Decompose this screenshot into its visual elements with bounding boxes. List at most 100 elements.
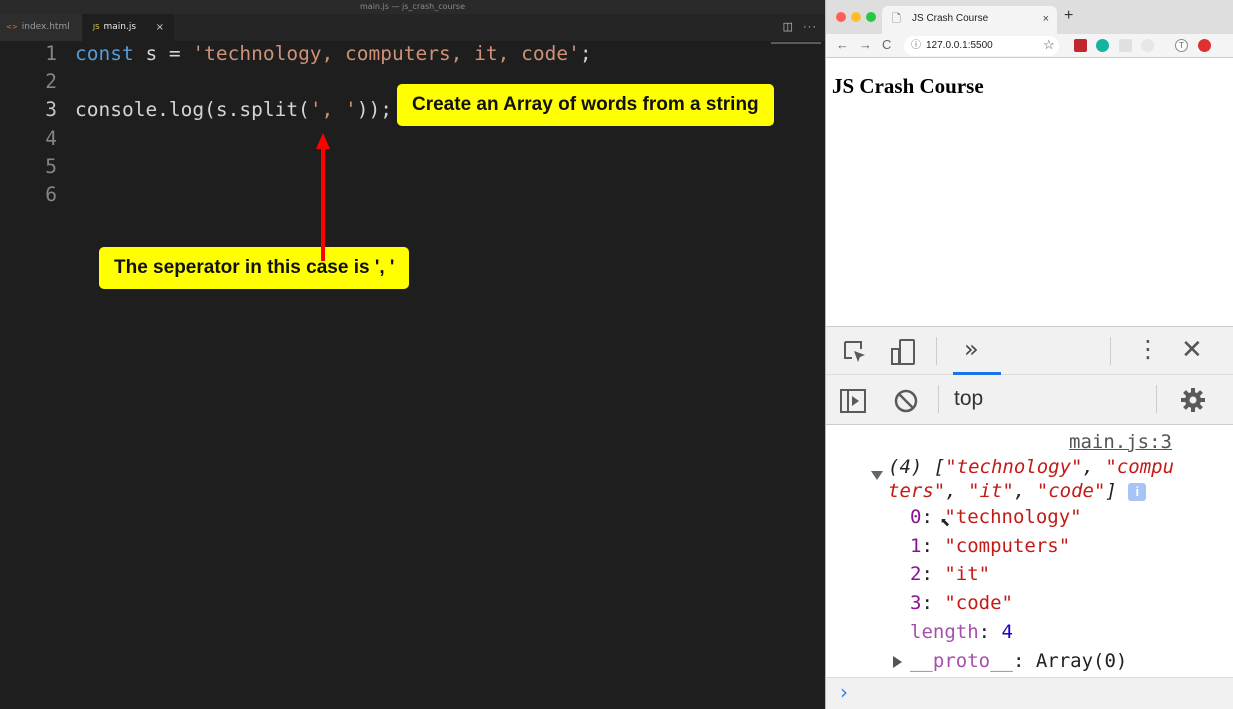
code-token: s = <box>133 42 193 65</box>
toolbar-divider <box>938 385 939 413</box>
code-line[interactable]: 5 <box>0 153 825 181</box>
array-entry: 3: "code" <box>910 592 1013 614</box>
expand-toggle-icon[interactable] <box>871 471 883 480</box>
split-editor-icon[interactable]: ◫ <box>783 14 793 41</box>
line-number: 6 <box>45 182 57 206</box>
bracket: [ <box>922 456 946 478</box>
window-maximize-button[interactable] <box>866 12 876 22</box>
browser-tab-strip: 🗋 JS Crash Course × + <box>826 0 1233 34</box>
browser-toolbar: ← → C ⓘ 127.0.0.1:5500 ☆ T <box>826 34 1233 58</box>
toolbar-divider <box>936 337 937 365</box>
preview-item: "it" <box>968 480 1014 502</box>
window-title: main.js — js_crash_course <box>0 0 825 14</box>
console-toolbar: top <box>826 375 1233 425</box>
devtools-close-icon[interactable]: ✕ <box>1181 334 1203 365</box>
tab-main-js[interactable]: JS main.js × <box>82 14 174 41</box>
entry-key: 3 <box>910 592 922 614</box>
bookmark-star-icon[interactable]: ☆ <box>1043 37 1055 53</box>
toolbar-divider <box>1156 385 1157 413</box>
tab-index-html[interactable]: <> index.html <box>0 14 82 41</box>
length-key: length <box>910 621 979 643</box>
line-number: 1 <box>45 42 57 65</box>
code-token: 'technology, computers, it, code' <box>192 42 580 65</box>
array-entry: 0: "technology" <box>910 506 1082 528</box>
line-number: 4 <box>45 126 57 150</box>
page-icon: 🗋 <box>892 13 901 25</box>
preview-item: "code" <box>1036 480 1106 502</box>
code-text: console.log(s.split(', ')); <box>75 96 392 124</box>
address-url: 127.0.0.1:5500 <box>926 40 993 51</box>
mouse-cursor-icon: ⬉ <box>940 515 951 529</box>
extension-icon-grey[interactable] <box>1119 39 1132 52</box>
page-viewport: JS Crash Course <box>826 58 1233 326</box>
source-link[interactable]: main.js:3 <box>1069 431 1172 453</box>
bracket: ] <box>1105 480 1117 502</box>
window-close-button[interactable] <box>836 12 846 22</box>
tab-label: main.js <box>103 22 137 32</box>
callout-array-explanation: Create an Array of words from a string <box>397 84 774 126</box>
entry-key: 2 <box>910 563 922 585</box>
screen: main.js — js_crash_course <> index.html J… <box>0 0 1233 709</box>
browser-window: 🗋 JS Crash Course × + ← → C ⓘ 127.0.0.1:… <box>825 0 1233 709</box>
length-value: 4 <box>1001 621 1013 643</box>
browser-tab[interactable]: 🗋 JS Crash Course × <box>882 6 1057 34</box>
entry-key: 0 <box>910 506 922 528</box>
forward-button[interactable]: → <box>859 37 872 52</box>
devtools-toolbar: » ⋮ ✕ <box>826 326 1233 375</box>
execution-context-select[interactable]: top <box>954 387 983 411</box>
code-token: ', ' <box>309 98 357 122</box>
more-actions-icon[interactable]: ··· <box>803 14 817 41</box>
more-panels-icon[interactable]: » <box>964 335 979 363</box>
extension-icon-light[interactable] <box>1141 39 1154 52</box>
gear-icon[interactable] <box>1179 386 1207 414</box>
extension-icon-teal[interactable] <box>1096 39 1109 52</box>
preview-item: "technology" <box>945 456 1083 478</box>
window-minimize-button[interactable] <box>851 12 861 22</box>
entry-value: "technology" <box>944 506 1082 528</box>
info-badge-icon[interactable]: i <box>1128 482 1147 501</box>
extension-t-icon[interactable]: T <box>1175 39 1188 52</box>
toolbar-divider <box>1110 337 1111 365</box>
extension-icon-red[interactable] <box>1074 39 1087 52</box>
site-info-icon[interactable]: ⓘ <box>911 36 921 56</box>
entry-value: "it" <box>944 563 991 585</box>
console-sidebar-icon[interactable] <box>840 389 866 413</box>
array-entry: 1: "computers" <box>910 535 1071 557</box>
entry-value: "computers" <box>944 535 1071 557</box>
callout-separator-explanation: The seperator in this case is ', ' <box>99 247 410 289</box>
tab-label: index.html <box>21 22 70 32</box>
address-bar[interactable]: ⓘ 127.0.0.1:5500 <box>904 36 1059 56</box>
js-file-icon: JS <box>93 23 100 31</box>
red-arrow-annotation <box>316 133 330 261</box>
console-prompt[interactable]: › <box>826 677 1233 709</box>
entry-key: 1 <box>910 535 922 557</box>
code-token: )); <box>356 98 393 122</box>
code-line[interactable]: 1 const s = 'technology, computers, it, c… <box>0 40 825 68</box>
extension-icon-red-circle[interactable] <box>1198 39 1211 52</box>
proto-key: __proto__ <box>910 650 1013 672</box>
proto-entry[interactable]: __proto__: Array(0) <box>910 650 1127 672</box>
array-preview[interactable]: (4) ["technology", "computers", "it", "c… <box>888 455 1178 503</box>
line-number: 2 <box>45 70 57 94</box>
entry-value: "code" <box>944 592 1013 614</box>
code-token: const <box>75 42 134 65</box>
prompt-caret-icon: › <box>840 680 848 704</box>
back-button[interactable]: ← <box>836 37 849 52</box>
code-token: console.log(s.split( <box>75 98 310 122</box>
proto-expand-icon[interactable] <box>893 656 902 668</box>
code-text: const s = 'technology, computers, it, co… <box>75 40 592 68</box>
code-line[interactable]: 4 <box>0 125 825 153</box>
code-line[interactable]: 6 <box>0 181 825 209</box>
devtools-menu-icon[interactable]: ⋮ <box>1136 335 1160 363</box>
device-toolbar-icon[interactable] <box>890 338 916 366</box>
inspect-element-icon[interactable] <box>842 339 868 365</box>
clear-console-icon[interactable] <box>893 388 919 414</box>
array-entry: 2: "it" <box>910 563 991 585</box>
browser-tab-close-icon[interactable]: × <box>1043 6 1049 32</box>
reload-button[interactable]: C <box>882 37 891 52</box>
tab-close-icon[interactable]: × <box>156 14 164 41</box>
new-tab-button[interactable]: + <box>1064 7 1073 25</box>
proto-value: Array(0) <box>1035 650 1128 672</box>
code-token: ; <box>579 42 592 65</box>
array-count: (4) <box>888 456 923 478</box>
